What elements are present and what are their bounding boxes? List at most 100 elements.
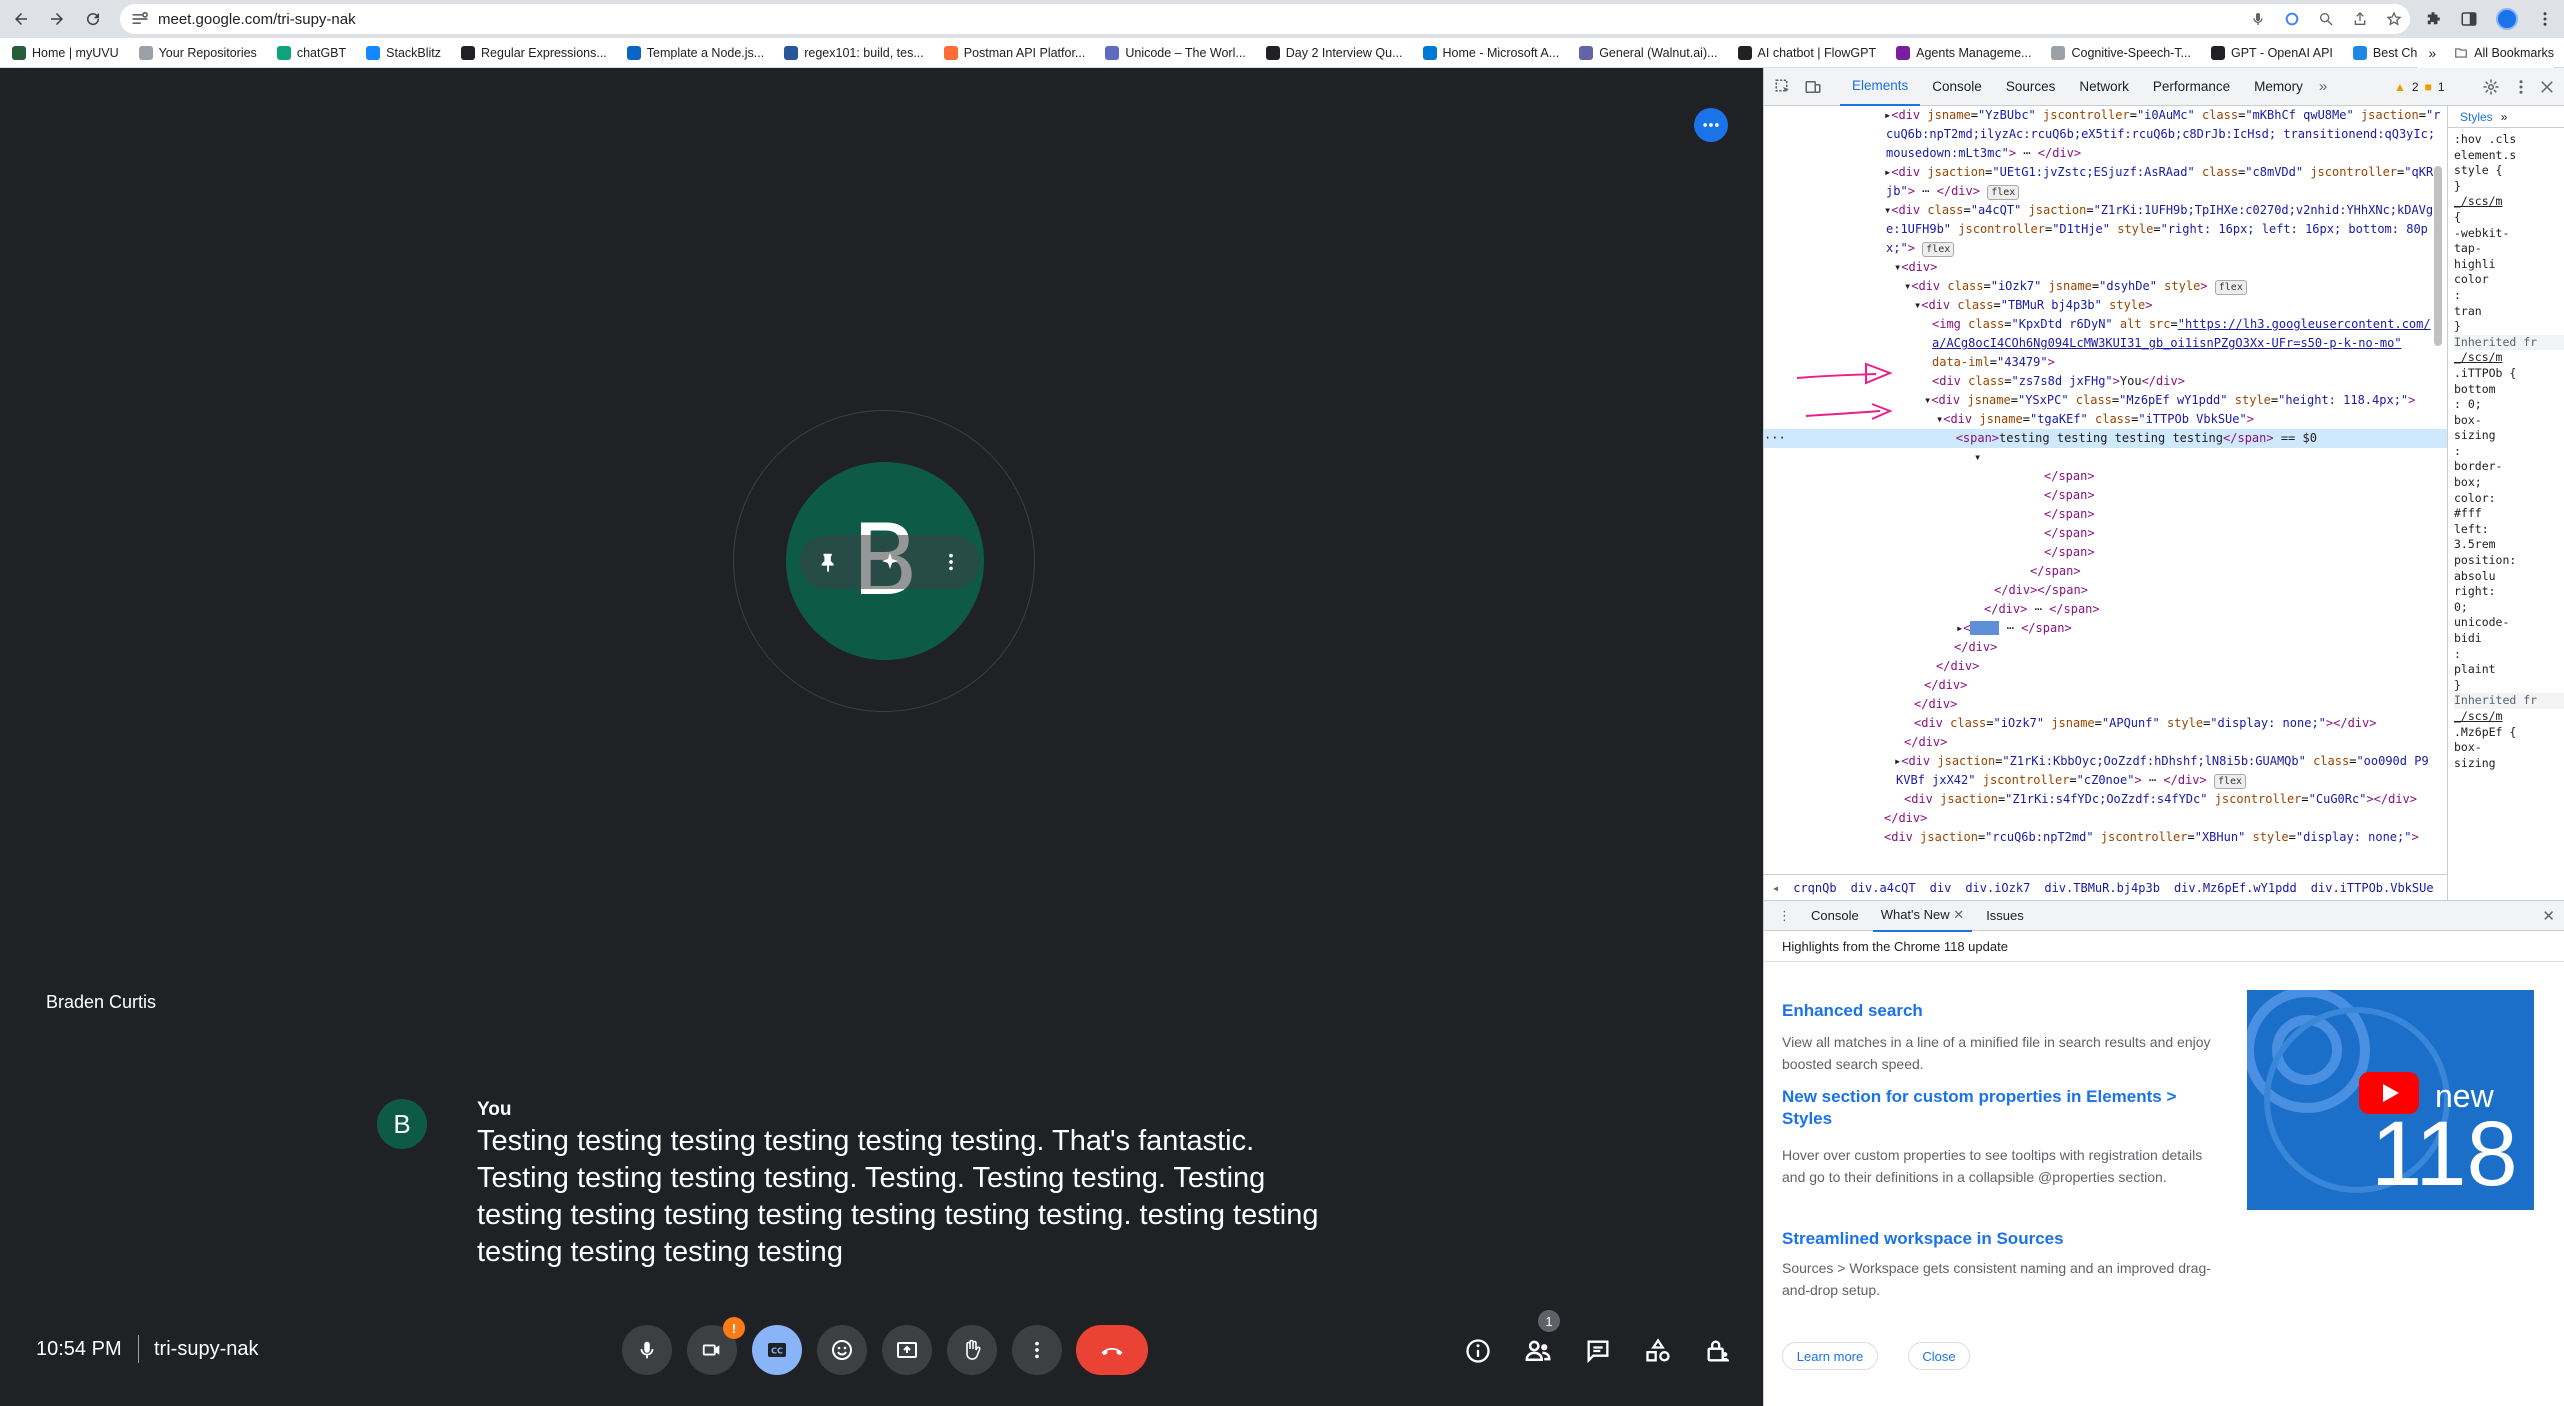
dom-node-selected[interactable]: ··· <span>testing testing testing testing…	[1764, 429, 2447, 448]
present-button[interactable]	[882, 1325, 932, 1375]
kebab-menu-icon[interactable]	[2536, 10, 2554, 28]
bookmark-item[interactable]: Regular Expressions...	[461, 45, 607, 60]
bookmark-item[interactable]: General (Walnut.ai)...	[1579, 45, 1718, 60]
bookmark-item[interactable]: Cognitive-Speech-T...	[2051, 45, 2191, 60]
dom-node[interactable]: ▸<div jsaction="UEtG1:jvZstc;ESjuzf:AsRA…	[1884, 163, 2440, 182]
breadcrumb-item[interactable]: div.iTTPOb.VbkSUe	[2311, 881, 2434, 895]
reload-button[interactable]	[78, 4, 108, 34]
breadcrumb-item[interactable]: div.TBMuR.bj4p3b	[2044, 881, 2160, 895]
camera-button[interactable]: !	[687, 1317, 745, 1375]
learn-more-button[interactable]: Learn more	[1782, 1342, 1878, 1370]
dom-node[interactable]: <div class="iOzk7" jsname="APQunf" style…	[1914, 714, 2376, 733]
bookmark-item[interactable]: StackBlitz	[366, 45, 441, 60]
devtools-tab-sources[interactable]: Sources	[1994, 68, 2068, 106]
visual-effects-icon[interactable]	[878, 550, 902, 574]
google-lens-icon[interactable]	[2284, 11, 2300, 27]
dom-node[interactable]: <div jsaction="rcuQ6b:npT2md" jscontroll…	[1884, 828, 2419, 847]
dom-node[interactable]: ▾<div class="a4cQT" jsaction="Z1rKi:1UFH…	[1884, 201, 2433, 220]
dom-node[interactable]: ▸<div jsaction="Z1rKi:KbbOyc;OoZzdf:hDhs…	[1894, 752, 2429, 771]
dom-node[interactable]: <div jsaction="Z1rKi:s4fYDc;OoZzdf:s4fYD…	[1904, 790, 2417, 809]
host-controls-button[interactable]	[1698, 1331, 1738, 1371]
bookmark-item[interactable]: Template a Node.js...	[626, 45, 764, 60]
bookmark-item[interactable]: chatGBT	[276, 45, 346, 60]
chat-button[interactable]	[1578, 1331, 1618, 1371]
gear-icon[interactable]	[2482, 78, 2500, 96]
bookmark-item[interactable]: AI chatbot | FlowGPT	[1737, 45, 1876, 60]
drawer-tab-console[interactable]: Console	[1803, 901, 1867, 930]
bookmark-item[interactable]: Day 2 Interview Qu...	[1265, 45, 1403, 60]
activities-button[interactable]	[1638, 1331, 1678, 1371]
close-drawer-icon[interactable]: ✕	[2542, 907, 2555, 925]
styles-tab[interactable]: Styles	[2460, 110, 2493, 124]
dom-node[interactable]: <img class="KpxDtd r6DyN" alt src="https…	[1932, 315, 2431, 334]
reactions-button[interactable]	[817, 1325, 867, 1375]
zoom-icon[interactable]	[2318, 11, 2334, 27]
inspect-element-icon[interactable]	[1774, 78, 1792, 96]
scrollbar[interactable]	[2434, 166, 2442, 346]
bookmark-item[interactable]: Home - Microsoft A...	[1422, 45, 1559, 60]
microphone-button[interactable]	[622, 1325, 672, 1375]
all-bookmarks-button[interactable]: » All Bookmarks	[2418, 38, 2554, 68]
breadcrumb-scroll-left-icon[interactable]: ◂	[1772, 881, 1779, 895]
dom-node[interactable]: <div class="zs7s8d jxFHg">You</div>	[1932, 372, 2185, 391]
profile-avatar[interactable]	[2496, 8, 2518, 30]
dom-node[interactable]: ▾<div>	[1894, 258, 1937, 277]
bookmark-item[interactable]: regex101: build, tes...	[784, 45, 924, 60]
bookmark-item[interactable]: Home | myUVU	[12, 45, 119, 60]
whats-new-item-title[interactable]: Streamlined workspace in Sources	[1782, 1229, 2064, 1249]
close-button[interactable]: Close	[1908, 1342, 1970, 1370]
dom-node[interactable]: ▾<div jsname="tgaKEf" class="iTTPOb VbkS…	[1936, 410, 2254, 429]
elements-tree[interactable]: ▸<div jsname="YzBUbc" jscontroller="i0Au…	[1764, 106, 2447, 926]
device-toolbar-icon[interactable]	[1804, 78, 1822, 96]
dom-node[interactable]: ▸<span ⋯ </span>	[1956, 619, 2072, 638]
leave-call-button[interactable]	[1076, 1325, 1148, 1375]
dom-node[interactable]: ▾<div class="TBMuR bj4p3b" style>	[1914, 296, 2152, 315]
dom-node[interactable]: ▾<div jsname="YSxPC" class="Mz6pEf wY1pd…	[1924, 391, 2415, 410]
devtools-tab-performance[interactable]: Performance	[2141, 68, 2242, 106]
bookmark-item[interactable]: GPT - OpenAI API	[2211, 45, 2333, 60]
dom-node[interactable]: ▾<div class="iOzk7" jsname="dsyhDe" styl…	[1904, 277, 2247, 296]
breadcrumb-item[interactable]: div.iOzk7	[1965, 881, 2030, 895]
site-info-icon[interactable]	[130, 9, 150, 29]
people-button[interactable]	[1518, 1331, 1558, 1371]
bookmark-item[interactable]: Postman API Platfor...	[943, 45, 1085, 60]
close-icon[interactable]: ✕	[1953, 907, 1964, 922]
pin-icon[interactable]	[818, 551, 840, 573]
back-button[interactable]	[6, 4, 36, 34]
drawer-tab-issues[interactable]: Issues	[1978, 901, 2032, 930]
devtools-tab-console[interactable]: Console	[1920, 68, 1994, 106]
raise-hand-button[interactable]	[947, 1325, 997, 1375]
drawer-menu-icon[interactable]: ⋮	[1778, 908, 1791, 924]
side-panel-icon[interactable]	[2460, 10, 2478, 28]
microphone-icon[interactable]	[2250, 11, 2266, 27]
drawer-tab-whats-new[interactable]: What's New ✕	[1872, 900, 1973, 932]
bookmark-item[interactable]: Agents Manageme...	[1896, 45, 2031, 60]
breadcrumb-item[interactable]: div.Mz6pEf.wY1pdd	[2174, 881, 2297, 895]
devtools-tab-elements[interactable]: Elements	[1840, 68, 1921, 106]
share-icon[interactable]	[2352, 11, 2368, 27]
more-options-top-button[interactable]	[1694, 108, 1728, 142]
address-bar[interactable]: meet.google.com/tri-supy-nak	[120, 4, 2410, 34]
forward-button[interactable]	[42, 4, 72, 34]
close-icon[interactable]	[2538, 78, 2556, 96]
whats-new-item-title[interactable]: New section for custom properties in Ele…	[1782, 1086, 2222, 1130]
more-tabs-icon[interactable]: »	[2319, 78, 2327, 95]
chevron-right-icon[interactable]: »	[2501, 110, 2508, 124]
breadcrumb-item[interactable]: div.a4cQT	[1851, 881, 1916, 895]
chrome-118-banner-image[interactable]: new 118	[2247, 990, 2534, 1210]
more-vertical-icon[interactable]	[2512, 78, 2530, 96]
devtools-tab-memory[interactable]: Memory	[2242, 68, 2315, 106]
devtools-status[interactable]: ▲ 2 ■ 1	[2394, 68, 2445, 106]
captions-button[interactable]: CC	[752, 1325, 802, 1375]
breadcrumb-item[interactable]: crqnQb	[1793, 881, 1836, 895]
bookmark-item[interactable]: Unicode – The Worl...	[1105, 45, 1246, 60]
meeting-details-button[interactable]	[1458, 1331, 1498, 1371]
breadcrumb-item[interactable]: div	[1930, 881, 1952, 895]
devtools-tab-network[interactable]: Network	[2067, 68, 2141, 106]
more-vertical-icon[interactable]	[940, 551, 962, 573]
extensions-icon[interactable]	[2424, 10, 2442, 28]
whats-new-item-title[interactable]: Enhanced search	[1782, 1001, 1923, 1021]
bookmark-item[interactable]: Your Repositories	[138, 45, 257, 60]
dom-node[interactable]: ▸<div jsname="YzBUbc" jscontroller="i0Au…	[1884, 106, 2440, 125]
more-options-button[interactable]	[1012, 1325, 1062, 1375]
